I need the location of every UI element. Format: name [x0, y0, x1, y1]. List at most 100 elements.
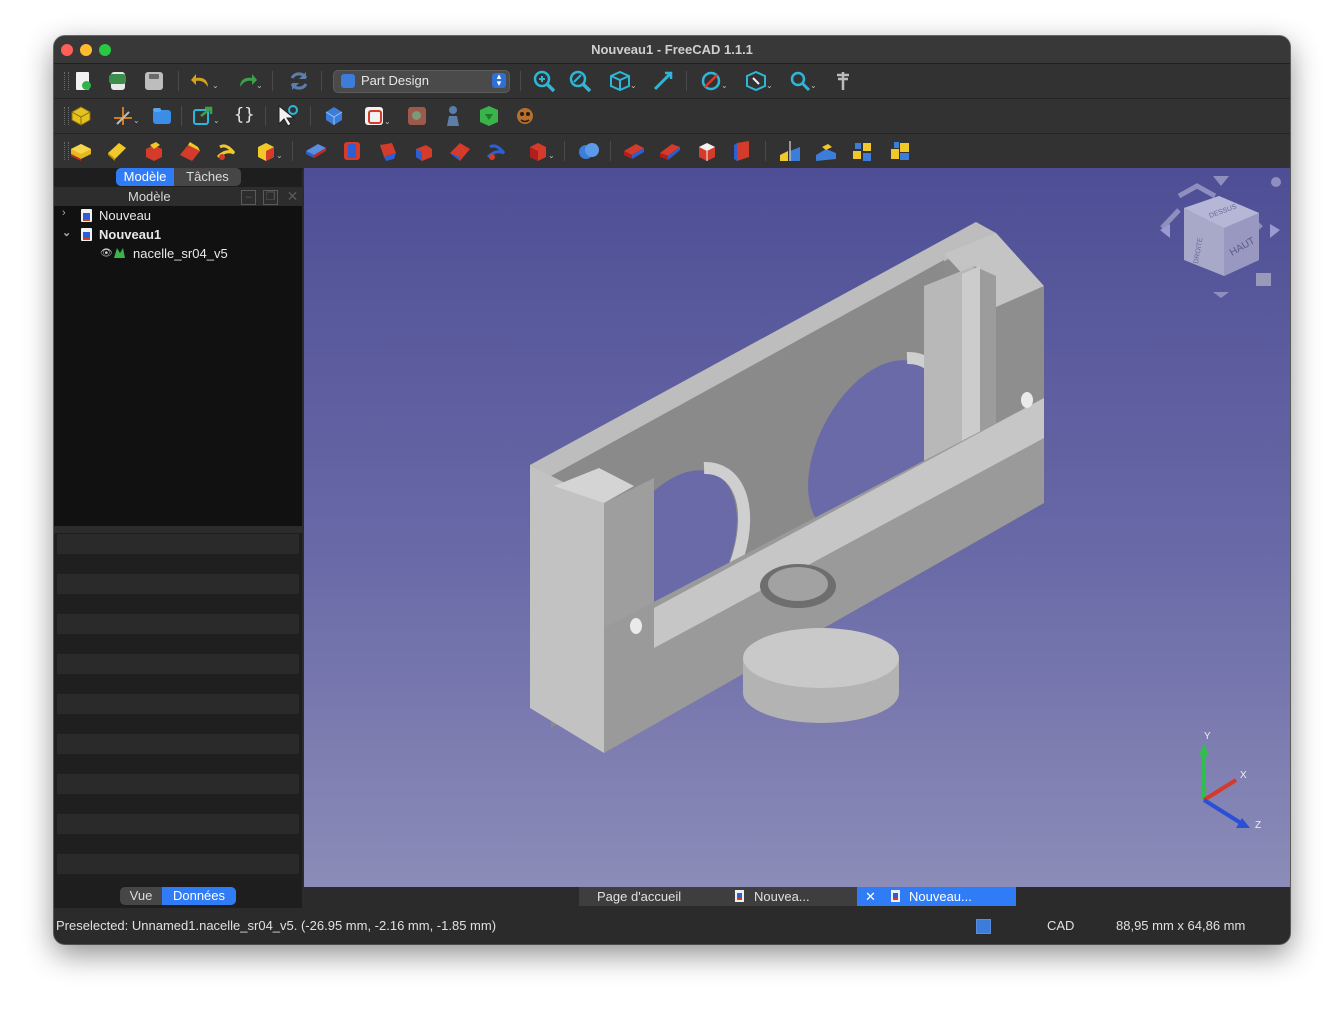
undo-icon[interactable]: ⌄: [190, 69, 219, 93]
pocket-icon[interactable]: [304, 139, 328, 163]
subtractive-loft-icon[interactable]: [412, 139, 436, 163]
tab-tasks[interactable]: Tâches: [174, 168, 241, 186]
tree-item-nouveau[interactable]: › Nouveau: [54, 206, 302, 225]
subtractive-primitive-icon[interactable]: ⌄: [526, 139, 555, 163]
tree-item-label: Nouveau: [99, 208, 152, 223]
boolean-icon[interactable]: [577, 139, 601, 163]
draw-style-icon[interactable]: ⌄: [699, 69, 728, 93]
polar-pattern-icon[interactable]: [851, 139, 875, 163]
tab-document-nouveau[interactable]: Nouvea...: [702, 887, 857, 906]
tree-item-nacelle[interactable]: 👁 nacelle_sr04_v5: [54, 244, 302, 263]
sub-shape-binder-icon[interactable]: [513, 104, 537, 128]
chevron-updown-icon: ▴ ▾: [492, 72, 506, 88]
select-pointer-icon[interactable]: [275, 104, 299, 128]
fillet-icon[interactable]: [622, 139, 646, 163]
mirrored-icon[interactable]: [778, 139, 802, 163]
refresh-icon[interactable]: [287, 69, 311, 93]
measure-icon[interactable]: [651, 69, 675, 93]
additive-loft-icon[interactable]: [142, 139, 166, 163]
hole-icon[interactable]: [340, 139, 364, 163]
status-bar: Preselected: Unnamed1.nacelle_sr04_v5. (…: [54, 908, 1290, 944]
freecad-window: Nouveau1 - FreeCAD 1.1.1 ⌄ ⌄ Part Design…: [54, 36, 1290, 944]
chevron-right-icon[interactable]: ›: [62, 207, 66, 219]
tab-document-nouveau1[interactable]: ✕ Nouveau...: [857, 887, 1016, 906]
navigation-style[interactable]: CAD: [1047, 918, 1074, 933]
validate-sketch-icon[interactable]: [405, 104, 429, 128]
document-tab-bar: Page d'accueil Nouvea... ✕ Nouveau...: [304, 887, 1290, 908]
tab-model[interactable]: Modèle: [116, 168, 174, 186]
window-title: Nouveau1 - FreeCAD 1.1.1: [591, 42, 753, 57]
tab-start-page[interactable]: Page d'accueil: [579, 887, 702, 906]
workbench-label: Part Design: [361, 73, 429, 88]
main-toolbar: ⌄ ⌄ Part Design ▴ ▾ ⌄ ⌄ ⌄ ⌄: [54, 64, 1290, 99]
visibility-eye-icon[interactable]: 👁: [100, 248, 113, 259]
combo-view-tabs: Modèle Tâches: [116, 168, 241, 186]
create-body-icon[interactable]: [322, 104, 346, 128]
save-document-icon[interactable]: [142, 69, 166, 93]
axis-x-label: X: [1240, 770, 1247, 781]
fit-all-icon[interactable]: [532, 69, 556, 93]
additive-pipe-icon[interactable]: [178, 139, 202, 163]
tree-item-nouveau1[interactable]: ⌄ Nouveau1: [54, 225, 302, 244]
linear-pattern-icon[interactable]: [814, 139, 838, 163]
revolution-icon[interactable]: [105, 139, 129, 163]
axis-indicator: [1199, 743, 1250, 828]
multi-transform-icon[interactable]: [888, 139, 912, 163]
title-bar: Nouveau1 - FreeCAD 1.1.1: [54, 36, 1290, 64]
tab-label: Page d'accueil: [597, 889, 682, 904]
draft-icon[interactable]: [695, 139, 719, 163]
create-part-icon[interactable]: [69, 104, 93, 128]
axis-z-label: Z: [1255, 820, 1261, 831]
document-icon: [735, 890, 744, 902]
new-document-icon[interactable]: [71, 69, 95, 93]
box-selection-icon[interactable]: ⌄: [744, 69, 773, 93]
pad-icon[interactable]: [69, 139, 93, 163]
close-tab-icon[interactable]: ✕: [865, 887, 876, 906]
panel-splitter[interactable]: [54, 526, 302, 533]
standard-views-icon[interactable]: ⌄: [608, 69, 637, 93]
document-icon: [891, 890, 900, 902]
toolbar-grip[interactable]: [64, 72, 69, 90]
model-panel-header: Modèle – ❐ ✕: [54, 187, 302, 206]
workbench-selector[interactable]: Part Design ▴ ▾: [333, 70, 510, 93]
body-feature-icon: [114, 248, 125, 258]
datum-axis-icon[interactable]: ⌄: [111, 104, 140, 128]
redo-icon[interactable]: ⌄: [234, 69, 263, 93]
fit-selection-icon[interactable]: [568, 69, 592, 93]
open-document-icon[interactable]: [106, 69, 130, 93]
clone-icon[interactable]: [441, 104, 465, 128]
tab-view-properties[interactable]: Vue: [120, 887, 162, 905]
create-sketch-icon[interactable]: [362, 104, 386, 128]
chevron-down-icon[interactable]: ⌄: [62, 226, 71, 239]
property-editor[interactable]: [57, 534, 299, 881]
part-model[interactable]: [530, 222, 1044, 753]
shape-binder-icon[interactable]: [477, 104, 501, 128]
groove-icon[interactable]: [376, 139, 400, 163]
collapse-icon[interactable]: –: [241, 190, 256, 205]
axis-y-label: Y: [1204, 731, 1211, 742]
panel-title: Modèle: [128, 189, 171, 204]
expression-braces-icon[interactable]: {}: [232, 104, 256, 128]
document-icon: [81, 228, 92, 241]
additive-helix-icon[interactable]: [214, 139, 238, 163]
view-dimensions: 88,95 mm x 64,86 mm: [1116, 918, 1246, 933]
chamfer-icon[interactable]: [658, 139, 682, 163]
whats-this-icon[interactable]: [831, 69, 855, 93]
subtractive-pipe-icon[interactable]: [448, 139, 472, 163]
3d-viewport[interactable]: DESSUS HAUT DROITE Y X Z: [304, 168, 1290, 887]
navigation-cube[interactable]: [1160, 176, 1281, 298]
thickness-icon[interactable]: [731, 139, 755, 163]
link-actions-icon[interactable]: ⌄: [191, 104, 220, 128]
group-folder-icon[interactable]: [150, 104, 174, 128]
float-icon[interactable]: ❐: [263, 190, 278, 205]
navigation-indicator-icon[interactable]: [976, 919, 991, 934]
zoom-tools-icon[interactable]: ⌄: [788, 69, 817, 93]
tab-label: Nouveau...: [909, 889, 972, 904]
tab-label: Nouvea...: [754, 889, 810, 904]
close-panel-icon[interactable]: ✕: [286, 189, 299, 203]
tab-data-properties[interactable]: Données: [162, 887, 236, 905]
subtractive-helix-icon[interactable]: [484, 139, 508, 163]
part-design-icon: [341, 74, 355, 88]
tree-item-label: nacelle_sr04_v5: [133, 246, 228, 261]
additive-primitive-icon[interactable]: ⌄: [254, 139, 283, 163]
